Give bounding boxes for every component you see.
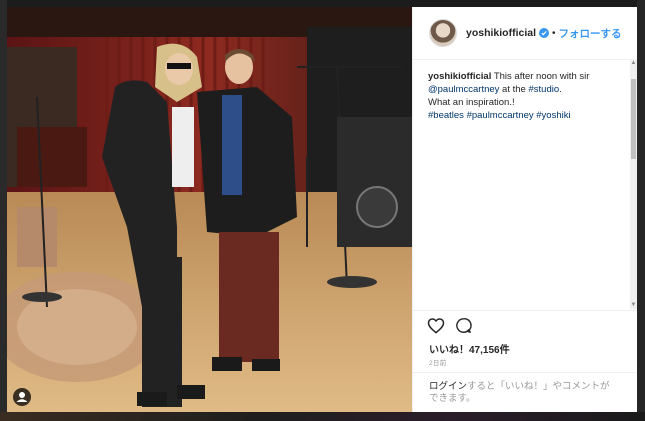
like-count[interactable]: いいね！47,156件 xyxy=(429,341,510,356)
post-photo[interactable] xyxy=(7,7,412,412)
caption: yoshikiofficial This after noon with sir… xyxy=(428,70,623,122)
post-actions: いいね！47,156件 2日前 ログインすると「いいね！」やコメントができます。 xyxy=(413,310,637,412)
header-separator: • xyxy=(552,27,556,39)
caption-line-1: yoshikiofficial This after noon with sir… xyxy=(428,70,623,96)
hashtag-link[interactable]: #yoshiki xyxy=(536,110,570,121)
user-tag-icon[interactable] xyxy=(13,388,31,406)
follow-button[interactable]: フォローする xyxy=(559,26,622,41)
caption-author[interactable]: yoshikiofficial xyxy=(428,71,491,82)
action-buttons xyxy=(427,317,472,339)
login-prompt: ログインすると「いいね！」やコメントができます。 xyxy=(413,372,637,412)
studio-photo-illustration xyxy=(7,7,412,412)
hashtag-studio-link[interactable]: #studio xyxy=(528,84,559,95)
scroll-up-arrow-icon[interactable]: ▲ xyxy=(630,59,637,67)
verified-badge-icon xyxy=(539,28,550,38)
caption-hashtags: #beatles #paulmccartney #yoshiki xyxy=(428,109,623,122)
comment-bubble-icon[interactable] xyxy=(455,317,472,339)
caption-text-1: This after noon with sir xyxy=(491,71,590,82)
scroll-down-arrow-icon[interactable]: ▼ xyxy=(630,301,637,309)
login-link[interactable]: ログイン xyxy=(429,381,467,392)
post-sidebar: yoshikiofficial • フォローする yoshikiofficial… xyxy=(412,7,637,412)
avatar[interactable] xyxy=(429,19,457,47)
comments-scrollbar[interactable]: ▲ ▼ xyxy=(630,59,637,309)
heart-icon[interactable] xyxy=(427,317,445,339)
hashtag-link[interactable]: #beatles xyxy=(428,110,464,121)
scrollbar-thumb[interactable] xyxy=(631,79,636,159)
post-modal: yoshikiofficial • フォローする yoshikiofficial… xyxy=(7,7,637,412)
caption-text-3: . xyxy=(559,84,562,95)
header-username[interactable]: yoshikiofficial xyxy=(466,27,536,39)
login-prompt-text: ログインすると「いいね！」やコメントができます。 xyxy=(429,381,619,405)
page-backdrop-right xyxy=(637,0,645,421)
post-header: yoshikiofficial • フォローする xyxy=(413,7,637,60)
caption-line-2: What an inspiration.! xyxy=(428,97,515,108)
caption-text-2: at the xyxy=(499,84,529,95)
post-timestamp: 2日前 xyxy=(429,360,447,367)
page-backdrop-bottom xyxy=(0,412,645,421)
mention-link[interactable]: @paulmccartney xyxy=(428,84,499,95)
page-backdrop-left xyxy=(0,0,7,421)
hashtag-link[interactable]: #paulmccartney xyxy=(467,110,534,121)
